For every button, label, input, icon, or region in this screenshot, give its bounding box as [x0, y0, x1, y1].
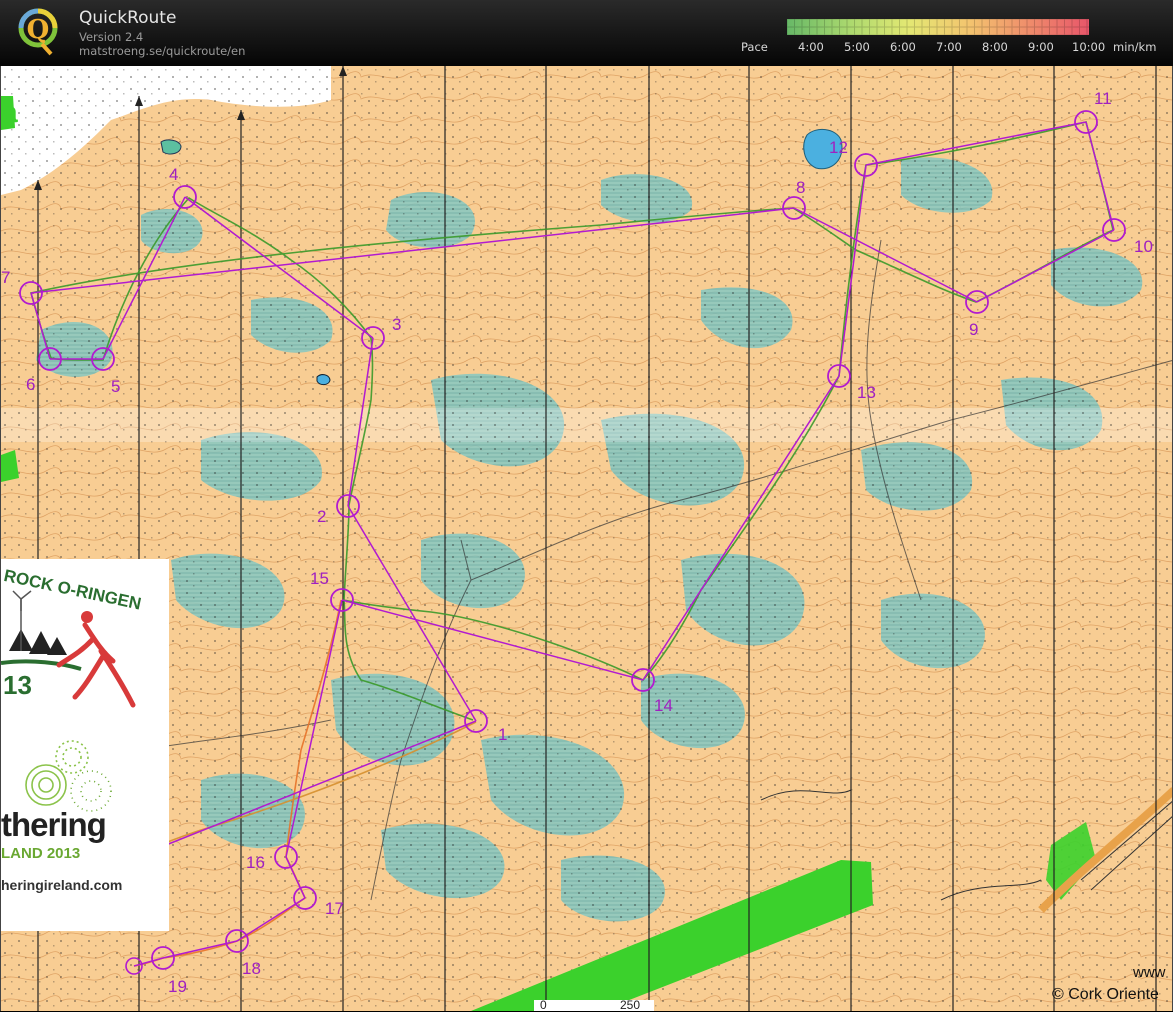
control-number: 7	[1, 268, 10, 287]
scale-tick: 0	[540, 998, 547, 1012]
pace-tick: 10:00	[1072, 40, 1106, 54]
control-number: 8	[796, 178, 805, 197]
control-number: 6	[26, 375, 35, 394]
control-number: 3	[392, 315, 401, 334]
control-number: 2	[317, 507, 326, 526]
sponsor-rock-text: ROCK O-RINGEN	[2, 566, 143, 614]
map-canvas[interactable]: 12345678910111213141516171819	[1, 66, 1173, 1011]
pace-tick: 5:00	[844, 40, 870, 54]
pace-tick: 6:00	[890, 40, 916, 54]
sponsor-panel: ROCK O-RINGEN 13 thering LAND 2013 herin…	[1, 559, 169, 931]
quickroute-logo-icon: Q	[18, 8, 58, 56]
control-number: 10	[1134, 237, 1153, 256]
pace-label: Pace	[741, 40, 768, 54]
pond	[160, 139, 182, 155]
pace-tick: 7:00	[936, 40, 962, 54]
pace-tick: 9:00	[1028, 40, 1054, 54]
app-url[interactable]: matstroeng.se/quickroute/en	[79, 44, 245, 58]
map-corner-letter: a	[1, 96, 18, 129]
sponsor-graphic: ROCK O-RINGEN 13	[1, 566, 143, 812]
sponsor-year: 13	[3, 670, 32, 700]
control-number: 12	[829, 138, 848, 157]
club-website: www	[1133, 964, 1166, 981]
scale-bar: 0 250	[534, 998, 654, 1012]
pond	[316, 374, 331, 386]
pace-tick: 4:00	[798, 40, 824, 54]
pace-color-bar	[787, 19, 1089, 35]
sponsor-website[interactable]: heringireland.com	[1, 877, 122, 893]
control-number: 15	[310, 569, 329, 588]
terrain-rocks	[1, 66, 1172, 1011]
control-number: 4	[169, 165, 178, 184]
copyright-notice: © Cork Oriente	[1052, 986, 1159, 1003]
logo-letter: Q	[27, 15, 50, 45]
control-number: 11	[1094, 89, 1112, 108]
control-number: 18	[242, 959, 261, 978]
gathering-logo-icon	[25, 740, 112, 812]
sponsor-gathering: thering	[1, 806, 107, 843]
orienteering-map[interactable]: 1 2 3 4 5 6 7 8 9 10 11 12 13 14 15 16 17 18 19 ROCK O-RIN…	[0, 66, 1173, 1011]
app-header: Q QuickRoute Version 2.4 matstroeng.se/q…	[0, 0, 1173, 66]
control-number: 9	[969, 320, 978, 339]
control-number: 19	[168, 977, 187, 996]
control-number: 5	[111, 377, 120, 396]
app-title: QuickRoute	[79, 8, 177, 28]
control-number: 14	[654, 696, 673, 715]
scale-tick: 250	[620, 998, 641, 1012]
control-number: 17	[325, 899, 344, 918]
control-number: 13	[857, 383, 876, 402]
pace-unit: min/km	[1113, 40, 1157, 54]
control-number: 1	[498, 725, 507, 744]
pace-tick: 8:00	[982, 40, 1008, 54]
sponsor-ireland: LAND 2013	[1, 845, 81, 862]
control-number: 16	[246, 853, 265, 872]
app-version: Version 2.4	[79, 30, 144, 44]
